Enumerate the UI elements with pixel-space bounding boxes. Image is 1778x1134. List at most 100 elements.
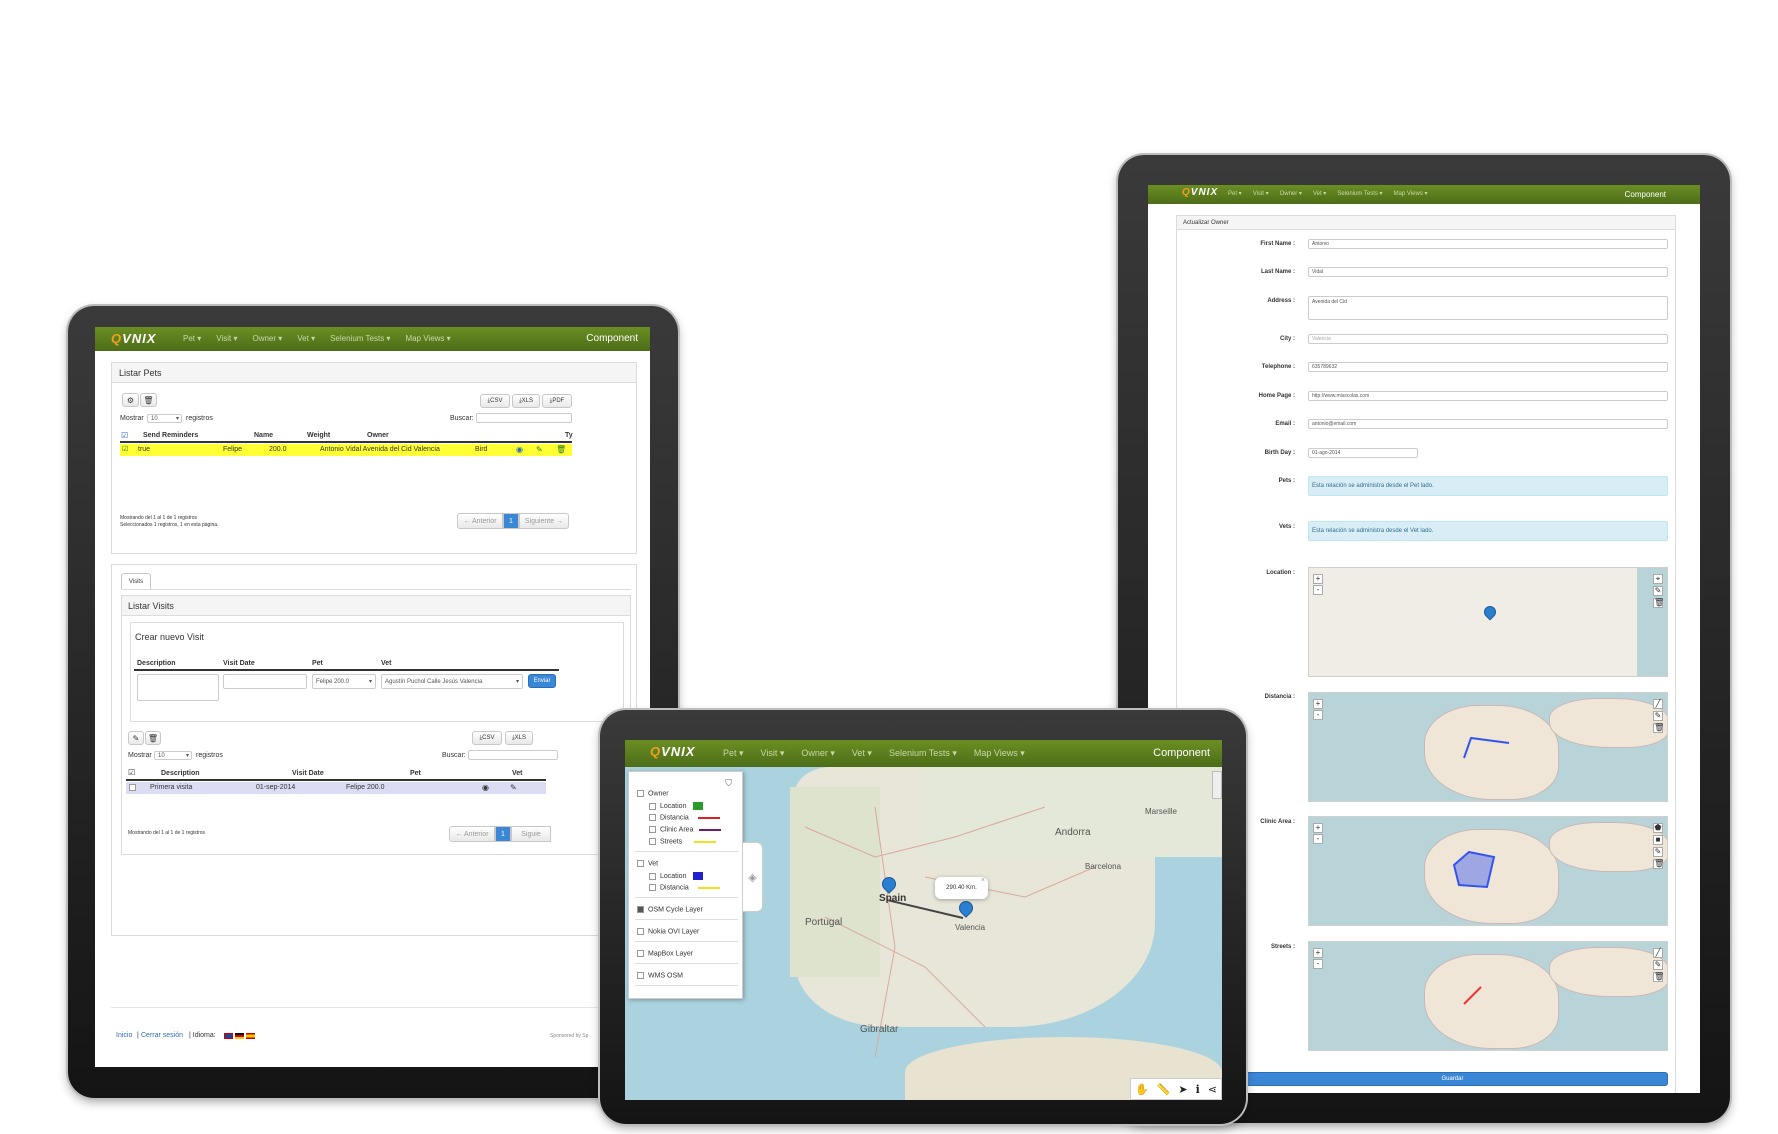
location-pin-icon[interactable]: [1481, 603, 1499, 621]
col-owner[interactable]: Owner: [367, 432, 389, 439]
layer-owner-clinic-area[interactable]: Clinic Area: [649, 826, 722, 833]
owner-distancia-checkbox[interactable]: [649, 814, 656, 821]
next-page-button[interactable]: Siguie: [511, 826, 551, 842]
home-link[interactable]: Inicio: [116, 1032, 132, 1039]
place-marker-icon[interactable]: ⌖: [1653, 574, 1663, 584]
base-layer-nokia-ovi[interactable]: Nokia OVI Layer: [637, 928, 699, 935]
email-input[interactable]: antonio@email.com: [1308, 419, 1668, 429]
description-textarea[interactable]: [137, 674, 219, 701]
zoom-in-button[interactable]: +: [1313, 574, 1323, 584]
delete-layer-icon[interactable]: 🗑: [1653, 859, 1664, 869]
col-visit-date[interactable]: Visit Date: [292, 770, 324, 777]
wms-osm-radio[interactable]: [637, 972, 644, 979]
base-layer-osm-cycle[interactable]: OSM Cycle Layer: [637, 906, 703, 913]
col-send-reminders[interactable]: Send Reminders: [143, 432, 198, 439]
trash-icon[interactable]: 🗑: [556, 445, 566, 454]
app-logo[interactable]: QVNIX: [111, 331, 156, 346]
flag-uk-icon[interactable]: [224, 1033, 233, 1039]
visit-date-input[interactable]: [223, 674, 307, 689]
brand-component[interactable]: Component: [1153, 740, 1210, 767]
zoom-in-button[interactable]: +: [1313, 699, 1323, 709]
home-page-input[interactable]: http://www.misscolas.com: [1308, 391, 1668, 401]
mapbox-radio[interactable]: [637, 950, 644, 957]
next-page-button[interactable]: Siguiente →: [519, 513, 569, 529]
menu-map-views[interactable]: Map Views ▾: [974, 740, 1025, 767]
brand-component[interactable]: Component: [1625, 185, 1666, 204]
export-xls-button[interactable]: ⤓XLS: [512, 394, 540, 408]
submit-button[interactable]: Enviar: [528, 674, 556, 688]
menu-map-views[interactable]: Map Views ▾: [405, 327, 450, 351]
edit-icon[interactable]: ✎: [536, 445, 543, 454]
row-checkbox[interactable]: [129, 784, 136, 791]
page-size-select[interactable]: 10 ▾: [147, 414, 182, 423]
save-button[interactable]: Guardar: [1237, 1072, 1668, 1086]
share-icon[interactable]: ⋖: [1208, 1083, 1217, 1096]
zoom-in-button[interactable]: +: [1313, 823, 1323, 833]
right-edge-control[interactable]: [1212, 771, 1222, 799]
owner-location-checkbox[interactable]: [649, 802, 656, 810]
pan-hand-icon[interactable]: ✋: [1135, 1083, 1149, 1096]
col-weight[interactable]: Weight: [307, 432, 330, 439]
edit-layer-icon[interactable]: ✎: [1653, 847, 1663, 857]
info-icon[interactable]: i: [1196, 1083, 1200, 1096]
vet-distancia-checkbox[interactable]: [649, 884, 656, 891]
menu-pet[interactable]: Pet ▾: [723, 740, 744, 767]
table-row[interactable]: Primera visita 01-sep-2014 Felipe 200.0 …: [126, 782, 546, 794]
delete-layer-icon[interactable]: 🗑: [1653, 598, 1664, 608]
zoom-out-button[interactable]: -: [1313, 710, 1323, 720]
owner-streets-checkbox[interactable]: [649, 838, 656, 845]
layer-owner-streets[interactable]: Streets: [649, 838, 717, 845]
location-map[interactable]: + - ⌖ ✎ 🗑: [1308, 567, 1668, 677]
menu-vet[interactable]: Vet ▾: [852, 740, 872, 767]
owner-checkbox[interactable]: [637, 790, 644, 797]
layer-vet-location[interactable]: Location: [649, 872, 704, 880]
pet-select[interactable]: Felipe 200.0 ▾: [312, 674, 376, 689]
vet-select[interactable]: Agustín Puchol Calle Jesús Valencia ▾: [381, 674, 523, 689]
page-1-button[interactable]: 1: [503, 513, 519, 529]
draw-rectangle-icon[interactable]: ■: [1653, 835, 1663, 845]
layer-panel-toggle[interactable]: ◈: [743, 842, 763, 912]
osm-cycle-radio[interactable]: [637, 906, 644, 913]
layer-owner[interactable]: Owner: [637, 790, 669, 797]
prev-page-button[interactable]: ← Anterior: [449, 826, 495, 842]
birth-day-input[interactable]: 01-ago-2014: [1308, 448, 1418, 458]
address-textarea[interactable]: Avenida del Cid: [1308, 296, 1668, 320]
export-csv-button[interactable]: ⤓CSV: [472, 731, 502, 745]
nokia-ovi-radio[interactable]: [637, 928, 644, 935]
col-type[interactable]: Ty: [565, 432, 573, 439]
page-size-select[interactable]: 10 ▾: [154, 751, 192, 760]
menu-owner[interactable]: Owner ▾: [252, 327, 282, 351]
menu-visit[interactable]: Visit ▾: [761, 740, 785, 767]
clinic-area-map[interactable]: + - ⬟ ■ ✎ 🗑: [1308, 816, 1668, 926]
menu-owner[interactable]: Owner ▾: [1280, 185, 1302, 204]
app-logo[interactable]: QVNIX: [1182, 187, 1218, 198]
menu-owner[interactable]: Owner ▾: [801, 740, 835, 767]
delete-layer-icon[interactable]: 🗑: [1653, 723, 1664, 733]
row-checkbox[interactable]: ☑: [122, 445, 128, 453]
search-input[interactable]: [468, 750, 558, 760]
navigate-icon[interactable]: ➤: [1178, 1083, 1187, 1096]
menu-visit[interactable]: Visit ▾: [1253, 185, 1269, 204]
streets-map[interactable]: + - ╱ ✎ 🗑: [1308, 941, 1668, 1051]
edit-button[interactable]: ✎: [128, 731, 144, 745]
menu-visit[interactable]: Visit ▾: [216, 327, 237, 351]
view-icon[interactable]: ◉: [482, 783, 489, 792]
draw-polygon-icon[interactable]: ⬟: [1653, 823, 1663, 833]
col-name[interactable]: Name: [254, 432, 273, 439]
page-1-button[interactable]: 1: [495, 826, 511, 842]
zoom-out-button[interactable]: -: [1313, 585, 1323, 595]
col-vet[interactable]: Vet: [512, 770, 523, 777]
zoom-out-button[interactable]: -: [1313, 834, 1323, 844]
owner-clinic-area-checkbox[interactable]: [649, 826, 656, 833]
edit-icon[interactable]: ✎: [510, 783, 517, 792]
menu-pet[interactable]: Pet ▾: [183, 327, 201, 351]
flag-es-icon[interactable]: [246, 1033, 255, 1039]
distancia-map[interactable]: + - ╱ ✎ 🗑: [1308, 692, 1668, 802]
edit-layer-icon[interactable]: ✎: [1653, 586, 1663, 596]
close-popup-icon[interactable]: ×: [981, 870, 985, 892]
table-row[interactable]: ☑ true Felipe 200.0 Antonio Vidal Avenid…: [120, 444, 572, 456]
draw-line-icon[interactable]: ╱: [1653, 699, 1663, 709]
select-all-icon[interactable]: ☑: [128, 768, 135, 777]
col-pet[interactable]: Pet: [410, 770, 421, 777]
layer-vet-distancia[interactable]: Distancia: [649, 884, 720, 891]
